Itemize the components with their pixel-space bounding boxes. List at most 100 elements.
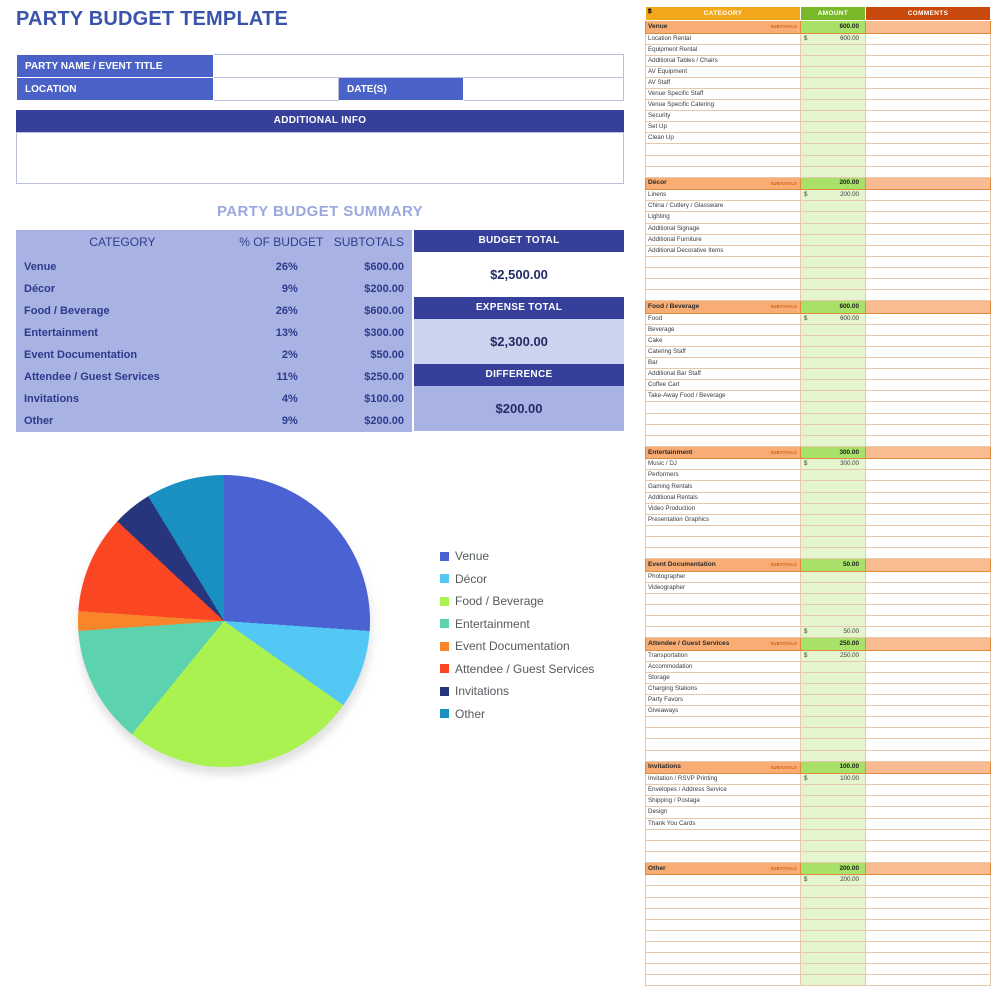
line-item-amount[interactable]: $600.00 (800, 32, 866, 45)
line-item-comments[interactable] (865, 222, 991, 235)
line-item-amount[interactable] (800, 784, 866, 797)
line-item-label[interactable]: Transportation (645, 649, 801, 662)
budget-worksheet-panel[interactable]: CATEGORY AMOUNT COMMENTS Venue SUBTOTALS $… (645, 6, 991, 986)
line-item-label[interactable] (645, 716, 801, 729)
line-item-comments[interactable] (865, 345, 991, 359)
line-item-comments[interactable] (865, 806, 991, 819)
additional-info-field[interactable] (16, 132, 624, 184)
line-item-comments[interactable] (865, 379, 991, 392)
line-item-amount[interactable] (800, 974, 866, 986)
line-item-label[interactable]: Gaming Rentals (645, 480, 801, 493)
line-item-comments[interactable] (865, 828, 991, 841)
line-item-amount[interactable] (800, 412, 866, 425)
line-item-amount[interactable] (800, 940, 866, 954)
line-item-amount[interactable] (800, 963, 866, 976)
line-item-amount[interactable] (800, 390, 866, 403)
line-item-amount[interactable] (800, 524, 866, 537)
line-item-label[interactable] (645, 266, 801, 279)
line-item-label[interactable]: Music / DJ (645, 458, 801, 471)
line-item-comments[interactable] (865, 99, 991, 112)
line-item-label[interactable]: Invitation / RSVP Printing (645, 773, 801, 786)
section-comments-cell[interactable] (865, 861, 991, 876)
line-item-amount[interactable] (800, 76, 866, 89)
line-item-comments[interactable] (865, 839, 991, 852)
line-item-comments[interactable] (865, 255, 991, 268)
line-item-label[interactable]: Charging Stations (645, 682, 801, 696)
location-field[interactable] (213, 77, 339, 101)
line-item-comments[interactable] (865, 434, 991, 447)
line-item-label[interactable]: Additional Signage (645, 222, 801, 235)
line-item-amount[interactable] (800, 423, 866, 436)
party-name-field[interactable] (213, 54, 624, 78)
line-item-label[interactable]: Performers (645, 469, 801, 482)
line-item-label[interactable] (645, 165, 801, 178)
line-item-comments[interactable] (865, 626, 991, 639)
line-item-comments[interactable] (865, 132, 991, 145)
line-item-comments[interactable] (865, 401, 991, 414)
line-item-label[interactable]: Videographer (645, 581, 801, 594)
line-item-amount[interactable] (800, 480, 866, 493)
line-item-label[interactable]: Additional Rentals (645, 491, 801, 504)
line-item-amount[interactable] (800, 368, 866, 381)
line-item-amount[interactable] (800, 110, 866, 123)
line-item-amount[interactable] (800, 547, 866, 560)
line-item-amount[interactable] (800, 54, 866, 67)
line-item-label[interactable] (645, 401, 801, 414)
line-item-label[interactable] (645, 885, 801, 898)
line-item-amount[interactable] (800, 671, 866, 684)
line-item-amount[interactable] (800, 817, 866, 830)
line-item-label[interactable]: Party Favors (645, 694, 801, 707)
line-item-comments[interactable] (865, 795, 991, 808)
line-item-comments[interactable] (865, 727, 991, 740)
line-item-comments[interactable] (865, 570, 991, 583)
line-item-amount[interactable] (800, 233, 866, 246)
line-item-label[interactable] (645, 896, 801, 909)
line-item-amount[interactable]: $100.00 (800, 773, 866, 786)
line-item-label[interactable] (645, 277, 801, 291)
line-item-comments[interactable] (865, 547, 991, 560)
line-item-comments[interactable] (865, 817, 991, 830)
line-item-amount[interactable] (800, 502, 866, 515)
line-item-amount[interactable] (800, 469, 866, 482)
line-item-amount[interactable]: $200.00 (800, 189, 866, 202)
line-item-label[interactable]: Additional Tables / Chairs (645, 54, 801, 67)
line-item-amount[interactable] (800, 357, 866, 370)
line-item-comments[interactable] (865, 469, 991, 482)
line-item-label[interactable]: Design (645, 806, 801, 819)
line-item-label[interactable]: Lighting (645, 211, 801, 224)
line-item-amount[interactable] (800, 727, 866, 740)
line-item-amount[interactable] (800, 716, 866, 729)
line-item-label[interactable]: Presentation Graphics (645, 513, 801, 526)
line-item-amount[interactable] (800, 907, 866, 920)
line-item-comments[interactable] (865, 716, 991, 729)
line-item-comments[interactable] (865, 850, 991, 863)
line-item-amount[interactable] (800, 143, 866, 156)
line-item-comments[interactable] (865, 121, 991, 134)
line-item-amount[interactable] (800, 795, 866, 808)
line-item-label[interactable] (645, 907, 801, 920)
line-item-label[interactable] (645, 143, 801, 156)
line-item-comments[interactable] (865, 885, 991, 898)
line-item-amount[interactable] (800, 401, 866, 414)
line-item-label[interactable] (645, 963, 801, 976)
line-item-label[interactable] (645, 154, 801, 167)
line-item-label[interactable] (645, 940, 801, 954)
line-item-label[interactable]: Linens (645, 189, 801, 202)
line-item-amount[interactable] (800, 896, 866, 909)
line-item-amount[interactable] (800, 749, 866, 762)
line-item-amount[interactable] (800, 918, 866, 931)
line-item-amount[interactable] (800, 121, 866, 134)
line-item-amount[interactable] (800, 828, 866, 841)
line-item-amount[interactable] (800, 255, 866, 268)
line-item-label[interactable] (645, 952, 801, 965)
line-item-comments[interactable] (865, 491, 991, 504)
line-item-comments[interactable] (865, 738, 991, 751)
line-item-label[interactable]: Take-Away Food / Beverage (645, 390, 801, 403)
line-item-label[interactable]: Additional Decorative Items (645, 244, 801, 257)
line-item-comments[interactable] (865, 603, 991, 617)
line-item-label[interactable]: Location Rental (645, 32, 801, 45)
line-item-label[interactable] (645, 412, 801, 425)
line-item-comments[interactable] (865, 502, 991, 515)
line-item-label[interactable] (645, 918, 801, 931)
line-item-comments[interactable] (865, 918, 991, 931)
